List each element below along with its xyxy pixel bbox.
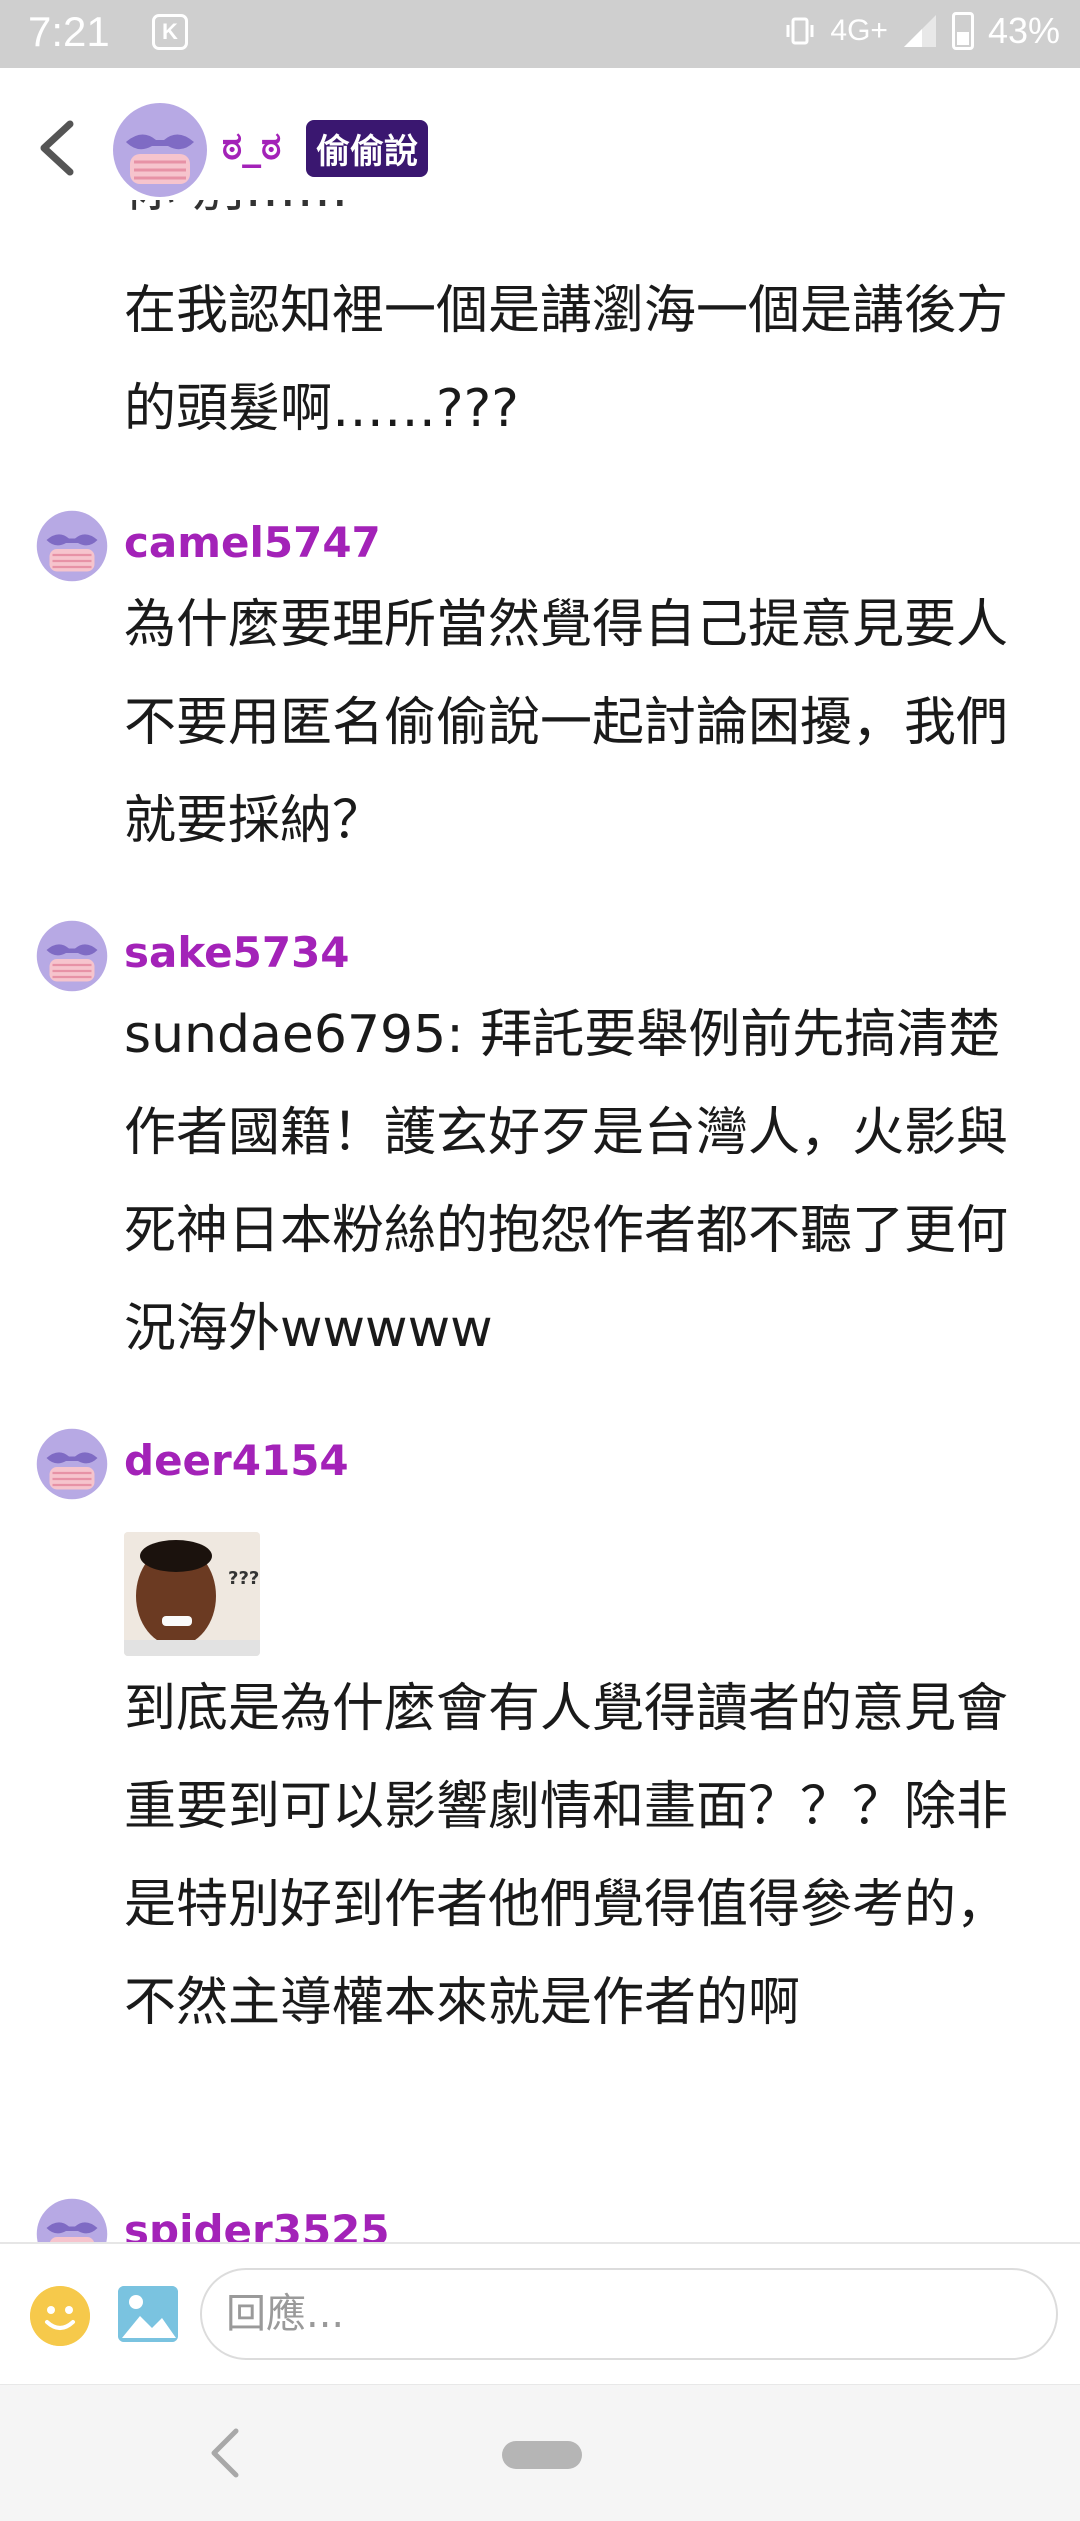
vibrate-icon xyxy=(786,17,814,45)
anonymous-mask-avatar-icon[interactable] xyxy=(36,510,108,582)
meme-image-icon[interactable]: ??? xyxy=(124,1532,260,1656)
comment-thread[interactable]: 你 別…… 在我認知裡一個是講瀏海一個是講後方的頭髮啊……??? camel57… xyxy=(0,200,1080,2242)
comment-text: 為什麼要理所當然覺得自己提意見要人不要用匿名偷偷說一起討論困擾，我們就要採納？ xyxy=(124,595,1009,851)
status-bar: 7:21 K 4G+ 43% xyxy=(0,0,1080,68)
meme-face-graphic xyxy=(124,1532,260,1656)
meme-caption: ??? xyxy=(228,1568,260,1589)
nav-home-pill-icon[interactable] xyxy=(502,2441,582,2469)
comment-username[interactable]: deer4154 xyxy=(124,1436,349,1485)
comment-text: sundae6795: 拜託要舉例前先搞清楚作者國籍！護玄好歹是台灣人，火影與死… xyxy=(124,1005,1009,1359)
status-time: 7:21 xyxy=(28,8,110,55)
comment-username[interactable]: sake5734 xyxy=(124,928,350,977)
network-type: 4G+ xyxy=(830,14,888,47)
image-upload-icon[interactable] xyxy=(118,2286,178,2342)
chevron-left-icon[interactable] xyxy=(34,116,82,180)
reply-input[interactable] xyxy=(200,2268,1058,2360)
anonymous-mask-avatar-icon[interactable] xyxy=(36,1428,108,1500)
nav-back-icon[interactable] xyxy=(206,2425,246,2481)
board-badge[interactable]: 偷偷說 xyxy=(306,120,428,177)
comment-text: 到底是為什麼會有人覺得讀者的意見會重要到可以影響劇情和畫面？？？除非是特別好到作… xyxy=(124,1679,1009,2033)
anonymous-mask-avatar-icon[interactable] xyxy=(36,2198,108,2242)
post-cut-text: 你 別…… xyxy=(124,200,349,238)
system-nav-bar xyxy=(0,2384,1080,2521)
reply-bar xyxy=(0,2242,1080,2386)
k-app-icon: K xyxy=(152,14,188,50)
header-username: ಠ_ಠ xyxy=(222,124,282,168)
anonymous-mask-avatar-icon[interactable] xyxy=(112,102,208,198)
comment-username[interactable]: spider3525 xyxy=(124,2206,390,2242)
post-body: 在我認知裡一個是講瀏海一個是講後方的頭髮啊……??? xyxy=(124,281,1009,439)
emoji-icon[interactable] xyxy=(30,2286,90,2346)
signal-icon xyxy=(903,15,936,47)
anonymous-mask-avatar-icon[interactable] xyxy=(36,920,108,992)
comment-username[interactable]: camel5747 xyxy=(124,518,381,567)
battery-icon xyxy=(951,12,974,50)
status-icons: 4G+ 43% xyxy=(784,10,1060,52)
battery-percent: 43% xyxy=(987,10,1060,51)
